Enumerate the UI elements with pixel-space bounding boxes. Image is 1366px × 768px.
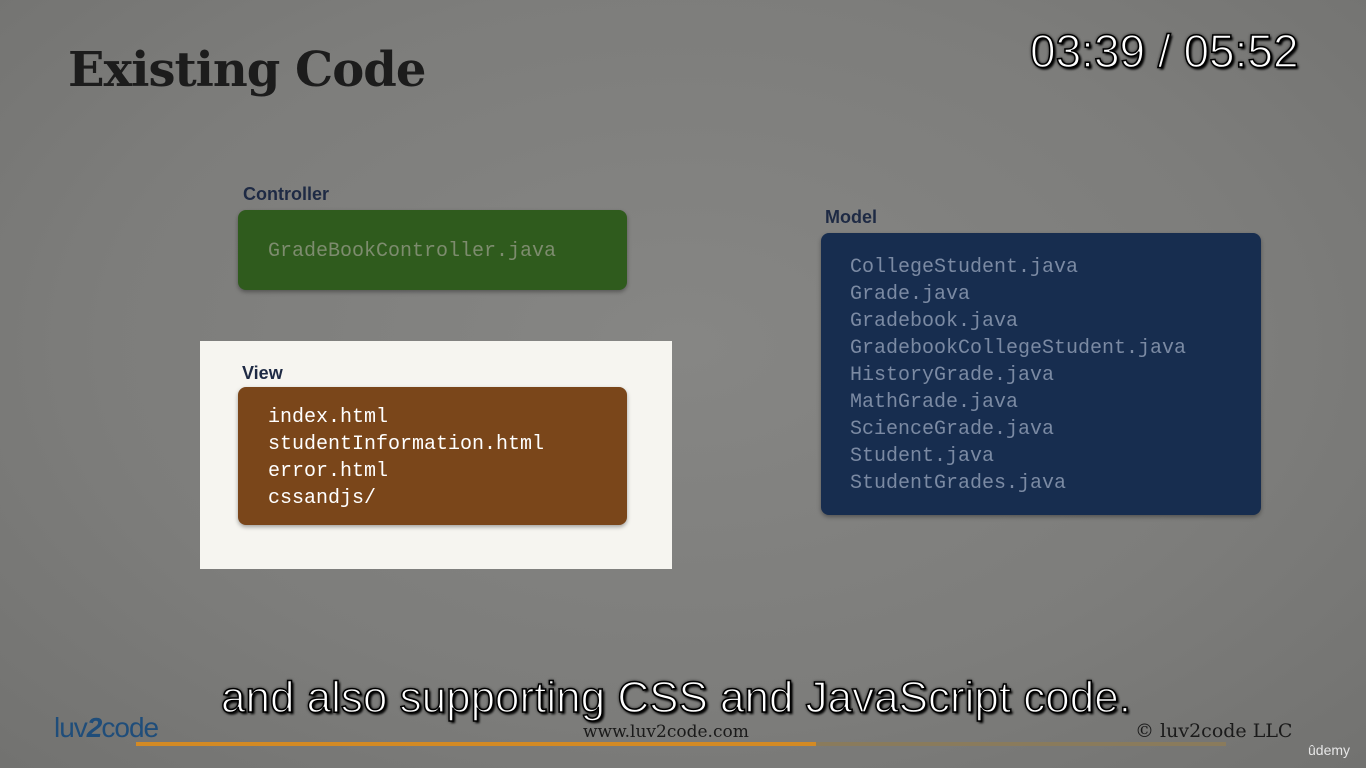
model-file: Gradebook.java — [850, 310, 1019, 333]
model-box: CollegeStudent.java Grade.java Gradebook… — [821, 233, 1261, 515]
model-file: Student.java — [850, 445, 995, 468]
model-file: HistoryGrade.java — [850, 364, 1055, 387]
subtitle-caption: and also supporting CSS and JavaScript c… — [220, 672, 1131, 723]
model-label: Model — [825, 207, 877, 227]
controller-file: GradeBookController.java — [268, 240, 557, 263]
controller-box: GradeBookController.java — [238, 210, 627, 290]
udemy-watermark: ûdemy — [1308, 742, 1351, 758]
controller-label: Controller — [243, 184, 330, 204]
model-file-list: CollegeStudent.java Grade.java Gradebook… — [850, 254, 1186, 497]
view-file: cssandjs/ — [268, 487, 377, 510]
footer-url: www.luv2code.com — [583, 722, 749, 742]
video-progress-fill — [136, 742, 817, 746]
model-file: CollegeStudent.java — [850, 256, 1079, 279]
model-file: GradebookCollegeStudent.java — [850, 337, 1187, 360]
view-file: studentInformation.html — [268, 433, 545, 456]
model-file: StudentGrades.java — [850, 472, 1067, 495]
video-progress-bar[interactable] — [136, 742, 1226, 746]
video-timer: 03:39 / 05:52 — [1029, 24, 1299, 78]
model-file: ScienceGrade.java — [850, 418, 1055, 441]
view-label: View — [242, 363, 283, 383]
slide: Existing Code Controller GradeBookContro… — [0, 0, 1366, 768]
view-box: index.html studentInformation.html error… — [238, 387, 627, 525]
view-file-list: index.html studentInformation.html error… — [268, 404, 544, 512]
view-file: error.html — [268, 460, 389, 483]
slide-title: Existing Code — [68, 42, 426, 98]
model-file: Grade.java — [850, 283, 971, 306]
model-file: MathGrade.java — [850, 391, 1019, 414]
footer-copyright: © luv2code LLC — [1135, 720, 1293, 742]
view-file: index.html — [268, 406, 389, 429]
